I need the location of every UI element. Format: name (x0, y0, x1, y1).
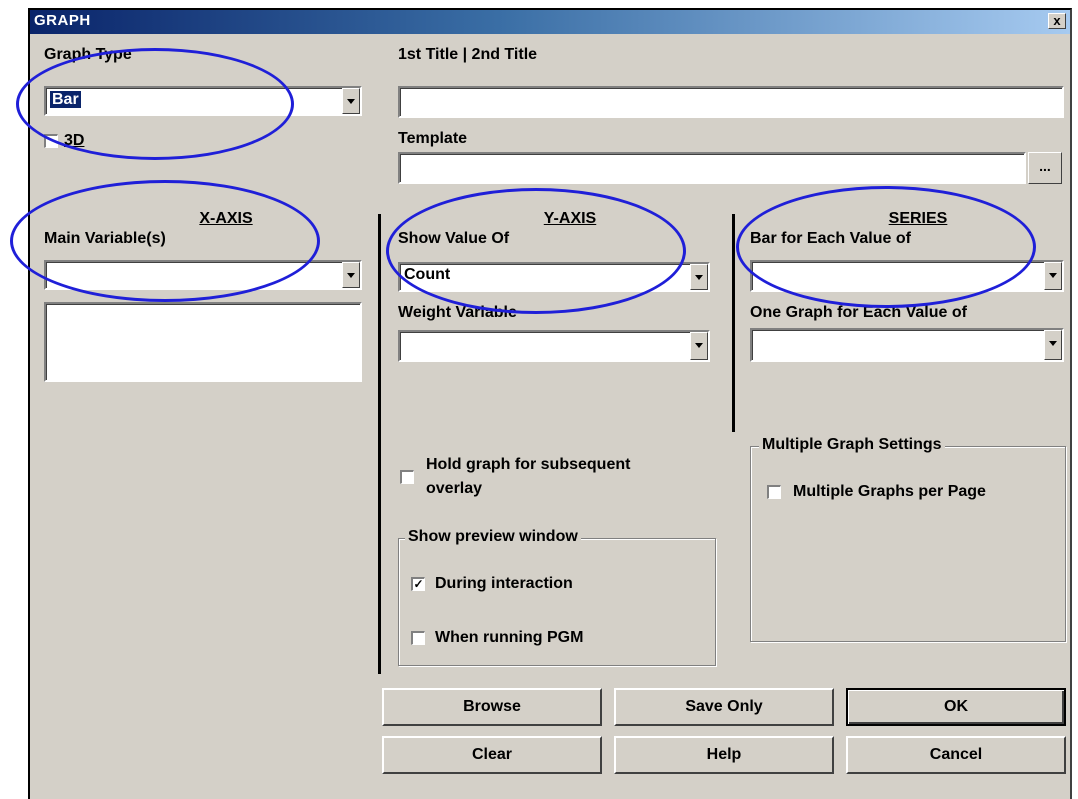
chevron-down-icon[interactable] (342, 88, 360, 114)
when-running-checkbox[interactable] (411, 631, 425, 645)
chevron-down-icon[interactable] (342, 262, 360, 288)
series-header: SERIES (888, 210, 948, 227)
during-interaction-label: During interaction (435, 575, 573, 592)
graph-dialog: GRAPH x Graph Type Bar 3D 1st Title | 2n… (10, 8, 1072, 799)
weight-variable-label: Weight Variable (398, 304, 517, 321)
show-value-select[interactable]: Count (398, 262, 710, 292)
main-variable-list[interactable] (44, 302, 362, 382)
bar-for-each-label: Bar for Each Value of (750, 230, 911, 247)
divider-right (732, 214, 735, 432)
multiple-graph-title: Multiple Graph Settings (759, 436, 945, 454)
chevron-down-icon[interactable] (1044, 262, 1062, 290)
main-variable-label: Main Variable(s) (44, 230, 166, 247)
ok-button[interactable]: OK (846, 688, 1066, 726)
multiple-graphs-label: Multiple Graphs per Page (793, 483, 986, 500)
hold-graph-label-line2: overlay (426, 480, 483, 497)
template-label: Template (398, 130, 468, 147)
template-input[interactable] (398, 152, 1026, 184)
graph-type-value: Bar (50, 91, 81, 108)
x-axis-header: X-AXIS (199, 210, 253, 227)
title-bar[interactable]: GRAPH x (30, 10, 1070, 34)
show-value-text: Count (404, 266, 451, 283)
y-axis-header: Y-AXIS (543, 210, 597, 227)
chevron-down-icon[interactable] (1044, 330, 1062, 360)
chevron-down-icon[interactable] (690, 332, 708, 360)
3d-label: 3D (64, 132, 85, 149)
main-variable-select[interactable] (44, 260, 362, 290)
graph-type-select[interactable]: Bar (44, 86, 362, 116)
multiple-graph-group: Multiple Graph Settings Multiple Graphs … (750, 436, 1066, 642)
multiple-graphs-checkbox[interactable] (767, 485, 781, 499)
titles-input[interactable] (398, 86, 1064, 118)
show-value-label: Show Value Of (398, 230, 510, 247)
hold-graph-label-line1: Hold graph for subsequent (426, 456, 631, 473)
close-button[interactable]: x (1048, 13, 1066, 29)
during-interaction-checkbox[interactable]: ✓ (411, 577, 425, 591)
template-browse-button[interactable]: ... (1028, 152, 1062, 184)
help-button[interactable]: Help (614, 736, 834, 774)
one-graph-label: One Graph for Each Value of (750, 304, 967, 321)
browse-button[interactable]: Browse (382, 688, 602, 726)
preview-group-title: Show preview window (405, 528, 581, 546)
titles-label: 1st Title | 2nd Title (398, 46, 538, 63)
weight-variable-select[interactable] (398, 330, 710, 362)
3d-checkbox[interactable] (44, 134, 58, 148)
cancel-button[interactable]: Cancel (846, 736, 1066, 774)
one-graph-select[interactable] (750, 328, 1064, 362)
save-only-button[interactable]: Save Only (614, 688, 834, 726)
hold-graph-checkbox[interactable] (400, 470, 414, 484)
graph-type-label: Graph Type (44, 46, 132, 63)
divider-left (378, 214, 381, 674)
bar-for-each-select[interactable] (750, 260, 1064, 292)
preview-group: Show preview window ✓ During interaction… (398, 528, 716, 666)
chevron-down-icon[interactable] (690, 264, 708, 290)
when-running-label: When running PGM (435, 629, 584, 646)
clear-button[interactable]: Clear (382, 736, 602, 774)
annotation-ellipse-y-axis (386, 188, 686, 314)
window-title: GRAPH (34, 12, 91, 29)
